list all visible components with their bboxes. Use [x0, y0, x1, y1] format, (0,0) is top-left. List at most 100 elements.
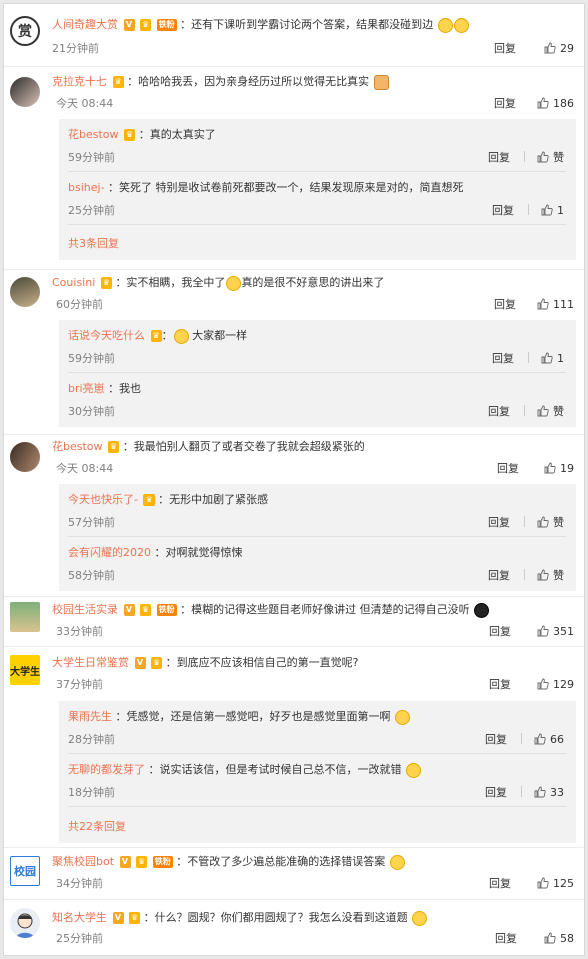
- avatar[interactable]: 大学生: [10, 655, 40, 685]
- avatar[interactable]: 校园: [10, 856, 40, 886]
- like-button[interactable]: 1: [541, 352, 564, 365]
- separator: [524, 516, 525, 527]
- comment-text-2: 真的是很不好意思的讲出来了: [241, 276, 385, 289]
- comment-item: 花bestow ♛ ：我最怕别人翻页了或者交卷了我就会超级紧张的 今天 08:4…: [4, 435, 584, 597]
- comment-list: 赏 人间奇趣大赏 V ♛ 铁粉 ：还有下课听到学霸讨论两个答案，结果都没碰到边 …: [3, 3, 585, 956]
- like-button[interactable]: 赞: [537, 405, 564, 418]
- laugh-cry-emoji-icon: [453, 17, 469, 33]
- username[interactable]: 花bestow: [68, 128, 119, 141]
- comment-item: 赏 人间奇趣大赏 V ♛ 铁粉 ：还有下课听到学霸讨论两个答案，结果都没碰到边 …: [4, 4, 584, 66]
- username[interactable]: 话说今天吃什么: [68, 329, 145, 342]
- reply-time: 30分钟前: [68, 405, 115, 418]
- vip-crown-icon: ♛: [136, 856, 148, 868]
- reply-button[interactable]: 回复: [495, 931, 517, 947]
- like-button[interactable]: 351: [537, 624, 574, 640]
- comment-item: 校园 聚焦校园bot V ♛ 铁粉 ：不管改了多少遍总能准确的选择错误答案 34…: [4, 848, 584, 898]
- comment-time: 34分钟前: [56, 877, 103, 890]
- divider: [68, 224, 566, 225]
- reply-button[interactable]: 回复: [485, 786, 507, 799]
- like-button[interactable]: 赞: [537, 569, 564, 582]
- like-button[interactable]: 1: [541, 204, 564, 217]
- separator: [528, 352, 529, 363]
- verified-v-icon: V: [123, 19, 135, 31]
- reply-text: ：笑死了 特别是收试卷前死都要改一个，结果发现原来是对的，简直想死: [108, 181, 464, 194]
- reply-button[interactable]: 回复: [488, 405, 510, 418]
- username[interactable]: 今天也快乐了-: [68, 493, 138, 506]
- avatar[interactable]: [10, 602, 40, 632]
- like-button[interactable]: 58: [544, 931, 574, 947]
- reply-button[interactable]: 回复: [492, 204, 514, 217]
- avatar[interactable]: [10, 277, 40, 307]
- username[interactable]: 人间奇趣大赏: [52, 18, 118, 31]
- reply-button[interactable]: 回复: [494, 96, 516, 112]
- username[interactable]: 花bestow: [52, 440, 103, 453]
- like-button[interactable]: 赞: [537, 151, 564, 164]
- avatar[interactable]: [10, 77, 40, 107]
- username[interactable]: 大学生日常鉴赏: [52, 656, 129, 669]
- username[interactable]: bri亮崽: [68, 382, 105, 395]
- avatar[interactable]: [10, 442, 40, 472]
- like-count: 129: [553, 678, 574, 691]
- reply-button[interactable]: 回复: [489, 876, 511, 892]
- like-button[interactable]: 66: [534, 733, 564, 746]
- reply-button[interactable]: 回复: [492, 352, 514, 365]
- comment-text: ：还有下课听到学霸讨论两个答案，结果都没碰到边: [180, 18, 434, 31]
- like-button[interactable]: 186: [537, 96, 574, 112]
- thumbs-up-icon: [537, 678, 549, 690]
- like-count: 58: [560, 932, 574, 945]
- like-count: 1: [557, 352, 564, 365]
- comment-time: 今天 08:44: [56, 97, 114, 110]
- divider: [68, 171, 566, 172]
- thumbs-up-icon: [537, 569, 549, 581]
- username[interactable]: Couisini: [52, 276, 95, 289]
- username[interactable]: 果雨先生: [68, 710, 112, 723]
- thumbs-up-icon: [537, 405, 549, 417]
- divider: [68, 806, 566, 807]
- reply-actions: 回复 1: [492, 351, 564, 367]
- like-button[interactable]: 129: [537, 677, 574, 693]
- like-button[interactable]: 111: [537, 297, 574, 313]
- like-button[interactable]: 33: [534, 786, 564, 799]
- like-button[interactable]: 赞: [537, 516, 564, 529]
- username[interactable]: 聚焦校园bot: [52, 855, 114, 868]
- vip-crown-icon: ♛: [124, 129, 136, 141]
- reply-text: ：我也: [108, 382, 142, 395]
- like-button[interactable]: 29: [544, 41, 574, 57]
- reply-button[interactable]: 回复: [488, 151, 510, 164]
- avatar[interactable]: 赏: [10, 16, 40, 46]
- reply-line: bsihej- ：笑死了 特别是收试卷前死都要改一个，结果发现原来是对的，简直想…: [68, 180, 566, 196]
- more-replies-link[interactable]: 共22条回复: [68, 818, 126, 834]
- reply-button[interactable]: 回复: [494, 41, 516, 57]
- username[interactable]: bsihej-: [68, 181, 105, 194]
- reply-button[interactable]: 回复: [485, 733, 507, 746]
- reply-text: ：对啊就觉得惊悚: [154, 546, 243, 559]
- shy-emoji-icon: [395, 709, 410, 725]
- reply-time: 59分钟前: [68, 151, 115, 164]
- like-count: 19: [560, 462, 574, 475]
- comment-time: 33分钟前: [56, 625, 103, 638]
- thumbs-up-icon: [537, 877, 549, 889]
- reply-actions: 回复 33: [485, 785, 564, 801]
- reply-button[interactable]: 回复: [494, 297, 516, 313]
- username[interactable]: 克拉克十七: [52, 75, 107, 88]
- avatar[interactable]: [10, 908, 40, 938]
- vip-crown-icon: ♛: [129, 912, 141, 924]
- username[interactable]: 校园生活实录: [52, 603, 118, 616]
- like-button[interactable]: 19: [544, 461, 574, 477]
- reply-button[interactable]: 回复: [488, 516, 510, 529]
- thumbs-up-icon: [544, 932, 556, 944]
- thumbs-up-icon: [541, 204, 553, 216]
- reply-button[interactable]: 回复: [489, 624, 511, 640]
- more-replies-link[interactable]: 共3条回复: [68, 235, 119, 251]
- like-button[interactable]: 125: [537, 876, 574, 892]
- reply-button[interactable]: 回复: [488, 569, 510, 582]
- cat-emoji-icon: [373, 74, 389, 90]
- reply-time: 58分钟前: [68, 569, 115, 582]
- reply-button[interactable]: 回复: [489, 677, 511, 693]
- username[interactable]: 知名大学生: [52, 911, 107, 924]
- reply-button[interactable]: 回复: [497, 461, 519, 477]
- reply-actions: 回复 赞: [488, 515, 564, 531]
- username[interactable]: 无聊的都发芽了: [68, 763, 145, 776]
- separator: [524, 405, 525, 416]
- username[interactable]: 会有闪耀的2020: [68, 546, 151, 559]
